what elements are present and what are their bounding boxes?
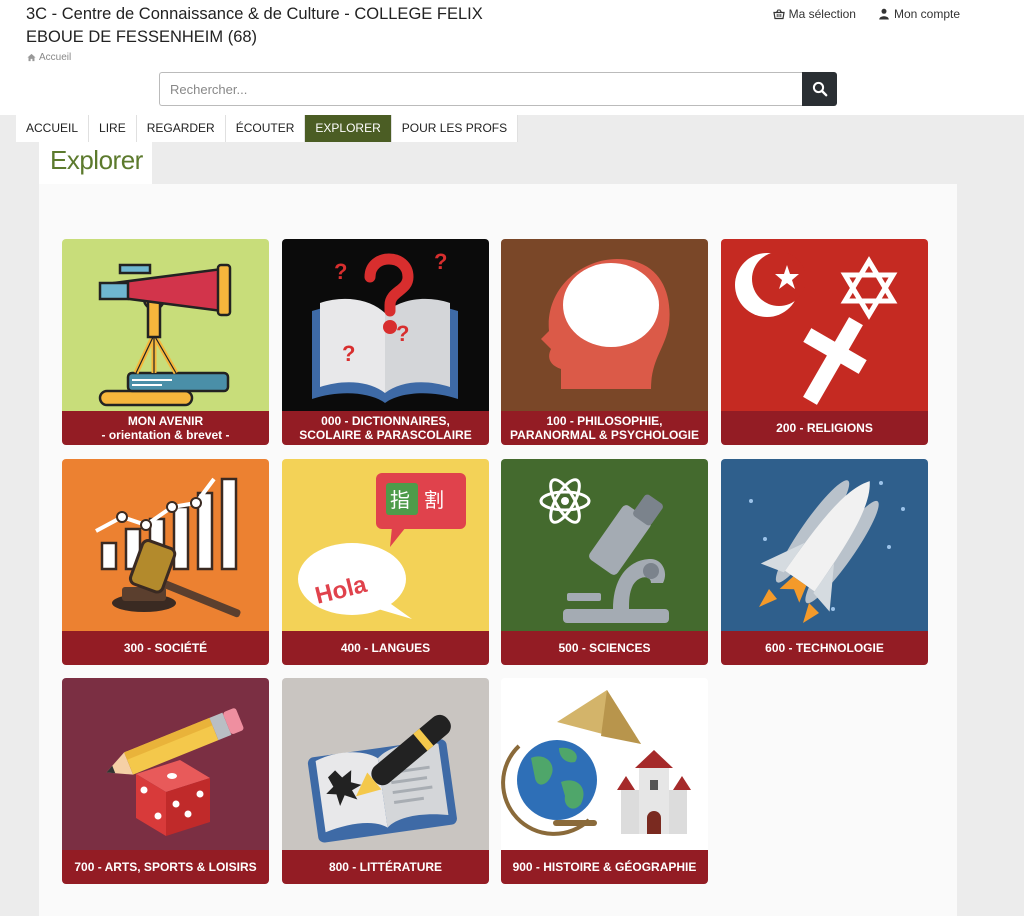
tile-label: 600 - TECHNOLOGIE: [721, 631, 928, 665]
tile-label: 500 - SCIENCES: [501, 631, 708, 665]
pen-book-icon: [282, 678, 489, 850]
globe-castle-icon: [501, 678, 708, 850]
tile-label: 300 - SOCIÉTÉ: [62, 631, 269, 665]
tile-label: 100 - PHILOSOPHIE, PARANORMAL & PSYCHOLO…: [501, 411, 708, 445]
tile-label: 400 - LANGUES: [282, 631, 489, 665]
search-icon: [812, 81, 827, 97]
svg-text:指: 指: [390, 488, 410, 512]
nav-item-ecouter[interactable]: ÉCOUTER: [225, 115, 306, 142]
site-header: 3C - Centre de Connaissance & de Culture…: [0, 0, 1024, 115]
my-selection-link[interactable]: Ma sélection: [772, 7, 856, 21]
svg-text:?: ?: [334, 259, 347, 284]
head-profile-icon: [501, 239, 708, 411]
svg-text:?: ?: [396, 321, 409, 346]
tile-label: 200 - RELIGIONS: [721, 411, 928, 445]
tile-societe[interactable]: 300 - SOCIÉTÉ: [62, 459, 269, 665]
breadcrumb[interactable]: Accueil: [27, 52, 71, 63]
speech-bubbles-icon: 指 割 Hola: [282, 459, 489, 631]
tile-arts-sports-loisirs[interactable]: 700 - ARTS, SPORTS & LOISIRS: [62, 678, 269, 884]
tile-label: 900 - HISTOIRE & GÉOGRAPHIE: [501, 850, 708, 884]
nav-item-explorer[interactable]: EXPLORER: [305, 115, 392, 142]
my-account-link[interactable]: Mon compte: [878, 7, 960, 21]
nav-item-lire[interactable]: LIRE: [89, 115, 137, 142]
tile-histoire-geographie[interactable]: 900 - HISTOIRE & GÉOGRAPHIE: [501, 678, 708, 884]
tile-litterature[interactable]: 800 - LITTÉRATURE: [282, 678, 489, 884]
telescope-on-books-icon: [62, 239, 269, 411]
user-links: Ma sélection Mon compte: [772, 7, 960, 21]
space-shuttle-icon: [721, 459, 928, 631]
svg-text:?: ?: [342, 341, 355, 366]
home-icon: [27, 53, 36, 62]
tile-label: 000 - DICTIONNAIRES, SCOLAIRE & PARASCOL…: [282, 411, 489, 445]
page-title: Explorer: [50, 145, 143, 175]
pencil-dice-icon: [62, 678, 269, 850]
nav-item-accueil[interactable]: ACCUEIL: [16, 115, 90, 142]
nav-item-regarder[interactable]: REGARDER: [136, 115, 226, 142]
tile-langues[interactable]: 指 割 Hola 400 - LANGUES: [282, 459, 489, 665]
main-nav: ACCUEIL LIRE REGARDER ÉCOUTER EXPLORER P…: [16, 115, 519, 142]
search-input[interactable]: [159, 72, 802, 106]
my-account-label: Mon compte: [893, 7, 960, 21]
tile-label: 700 - ARTS, SPORTS & LOISIRS: [62, 850, 269, 884]
search-bar: [159, 72, 837, 106]
basket-icon: [772, 9, 785, 20]
svg-text:割: 割: [424, 488, 444, 512]
nav-item-pour-les-profs[interactable]: POUR LES PROFS: [391, 115, 519, 142]
question-book-icon: ? ? ? ?: [282, 239, 489, 411]
svg-text:?: ?: [434, 249, 447, 274]
microscope-atom-icon: [501, 459, 708, 631]
tile-mon-avenir[interactable]: MON AVENIR - orientation & brevet -: [62, 239, 269, 445]
tile-label: 800 - LITTÉRATURE: [282, 850, 489, 884]
page-title-tab: Explorer: [39, 142, 152, 184]
gavel-chart-icon: [62, 459, 269, 631]
tile-philosophie[interactable]: 100 - PHILOSOPHIE, PARANORMAL & PSYCHOLO…: [501, 239, 708, 445]
search-button[interactable]: [802, 72, 837, 106]
tile-sciences[interactable]: 500 - SCIENCES: [501, 459, 708, 665]
tile-technologie[interactable]: 600 - TECHNOLOGIE: [721, 459, 928, 665]
religion-symbols-icon: [721, 239, 928, 411]
tile-label: MON AVENIR - orientation & brevet -: [62, 411, 269, 445]
user-icon: [879, 8, 889, 20]
my-selection-label: Ma sélection: [788, 7, 856, 21]
site-title[interactable]: 3C - Centre de Connaissance & de Culture…: [26, 3, 496, 49]
breadcrumb-home[interactable]: Accueil: [39, 52, 71, 63]
tile-religions[interactable]: 200 - RELIGIONS: [721, 239, 928, 445]
tile-dictionnaires[interactable]: ? ? ? ? 000 - DICTIONNAIRES, SCOLAIRE & …: [282, 239, 489, 445]
